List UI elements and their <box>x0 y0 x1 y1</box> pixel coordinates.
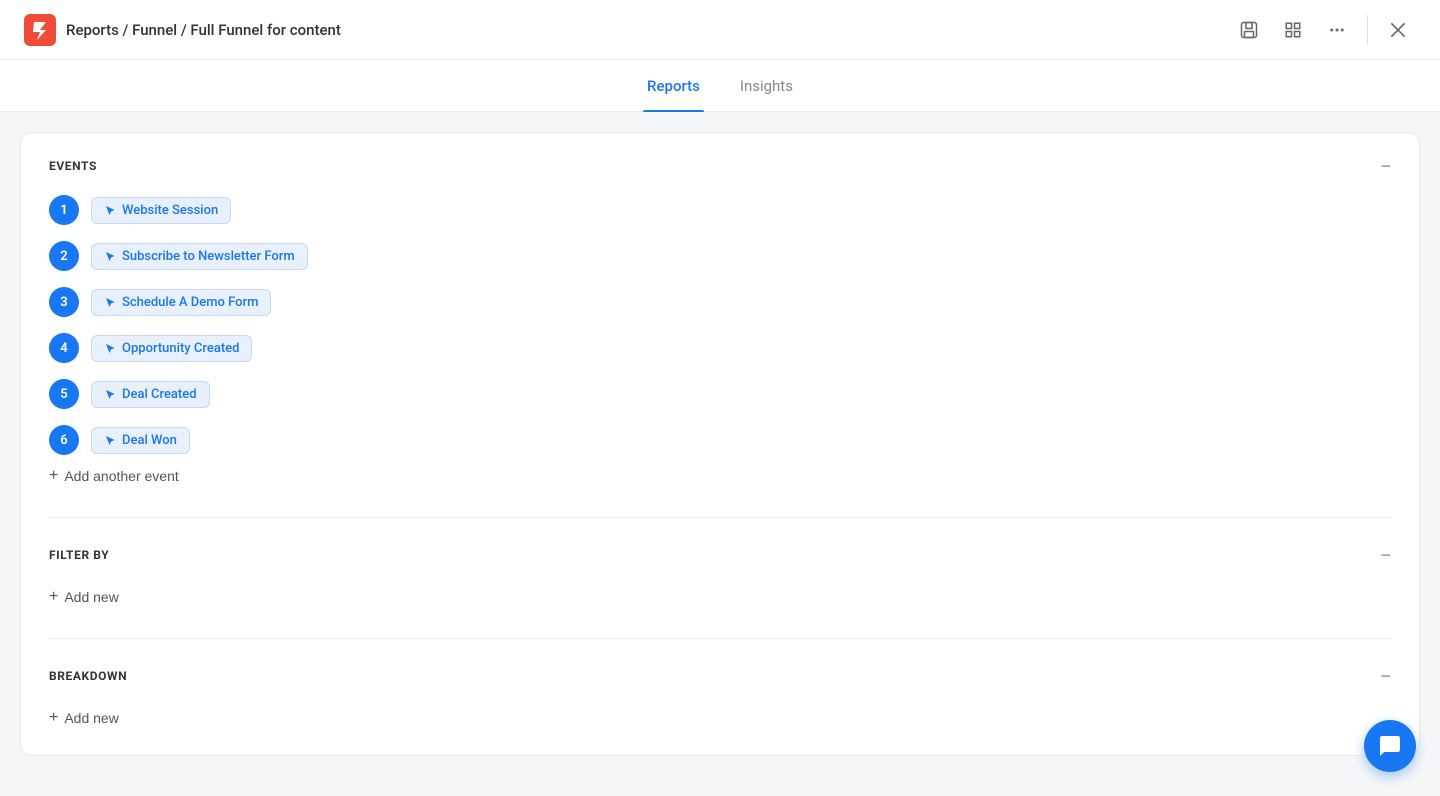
more-options-button[interactable] <box>1319 12 1355 48</box>
event-tag-5[interactable]: Deal Created <box>91 381 210 408</box>
event-label-3: Schedule A Demo Form <box>122 295 258 310</box>
filter-section: FILTER BY − + Add new <box>49 546 1391 610</box>
cursor-icon <box>104 342 116 354</box>
breakdown-section-header: BREAKDOWN − <box>49 667 1391 685</box>
event-list: 1 Website Session 2 <box>49 195 1391 455</box>
header-right <box>1231 12 1416 48</box>
filter-add-label: Add new <box>64 589 118 605</box>
event-label-5: Deal Created <box>122 387 197 402</box>
cursor-icon <box>104 204 116 216</box>
section-divider-2 <box>49 638 1391 639</box>
event-label-4: Opportunity Created <box>122 341 239 356</box>
event-number-3: 3 <box>49 287 79 317</box>
main-card: EVENTS − 1 Website Session <box>20 132 1420 756</box>
event-number-2: 2 <box>49 241 79 271</box>
breakdown-section: BREAKDOWN − + Add new <box>49 667 1391 731</box>
event-tag-3[interactable]: Schedule A Demo Form <box>91 289 271 316</box>
event-number-4: 4 <box>49 333 79 363</box>
breadcrumb: Reports / Funnel / Full Funnel for conte… <box>66 21 341 39</box>
filter-section-header: FILTER BY − <box>49 546 1391 564</box>
plus-icon-filter: + <box>49 588 58 606</box>
event-tag-1[interactable]: Website Session <box>91 197 231 224</box>
chat-button[interactable] <box>1364 720 1416 772</box>
event-number-5: 5 <box>49 379 79 409</box>
filter-section-title: FILTER BY <box>49 548 109 562</box>
filter-collapse-button[interactable]: − <box>1380 546 1391 564</box>
breakdown-section-title: BREAKDOWN <box>49 669 127 683</box>
list-item: 3 Schedule A Demo Form <box>49 287 1391 317</box>
header: Reports / Funnel / Full Funnel for conte… <box>0 0 1440 60</box>
tab-reports[interactable]: Reports <box>643 60 704 112</box>
save-icon <box>1240 21 1258 39</box>
plus-icon-breakdown: + <box>49 709 58 727</box>
breakdown-add-label: Add new <box>64 710 118 726</box>
list-item: 4 Opportunity Created <box>49 333 1391 363</box>
tabs-bar: Reports Insights <box>0 60 1440 112</box>
plus-icon: + <box>49 467 58 485</box>
add-event-label: Add another event <box>64 468 178 484</box>
list-item: 2 Subscribe to Newsletter Form <box>49 241 1391 271</box>
list-item: 5 Deal Created <box>49 379 1391 409</box>
event-tag-2[interactable]: Subscribe to Newsletter Form <box>91 243 308 270</box>
grid-icon-button[interactable] <box>1275 12 1311 48</box>
logo-icon <box>24 14 56 46</box>
chat-icon <box>1378 734 1402 758</box>
tab-insights[interactable]: Insights <box>736 60 797 112</box>
app-window: Reports / Funnel / Full Funnel for conte… <box>0 0 1440 796</box>
section-divider-1 <box>49 517 1391 518</box>
breakdown-add-button[interactable]: + Add new <box>49 705 119 731</box>
save-icon-button[interactable] <box>1231 12 1267 48</box>
more-icon <box>1328 21 1346 39</box>
close-button[interactable] <box>1380 12 1416 48</box>
event-label-1: Website Session <box>122 203 218 218</box>
event-label-2: Subscribe to Newsletter Form <box>122 249 295 264</box>
event-tag-4[interactable]: Opportunity Created <box>91 335 252 362</box>
event-number-6: 6 <box>49 425 79 455</box>
filter-add-button[interactable]: + Add new <box>49 584 119 610</box>
events-collapse-button[interactable]: − <box>1380 157 1391 175</box>
breakdown-collapse-button[interactable]: − <box>1380 667 1391 685</box>
event-label-6: Deal Won <box>122 433 177 448</box>
cursor-icon <box>104 388 116 400</box>
cursor-icon <box>104 434 116 446</box>
grid-icon <box>1284 21 1302 39</box>
header-left: Reports / Funnel / Full Funnel for conte… <box>24 14 341 46</box>
list-item: 6 Deal Won <box>49 425 1391 455</box>
close-icon <box>1388 20 1408 40</box>
cursor-icon <box>104 296 116 308</box>
events-section-header: EVENTS − <box>49 157 1391 175</box>
add-event-button[interactable]: + Add another event <box>49 463 179 489</box>
events-section-title: EVENTS <box>49 159 97 173</box>
events-section: EVENTS − 1 Website Session <box>49 157 1391 489</box>
event-number-1: 1 <box>49 195 79 225</box>
event-tag-6[interactable]: Deal Won <box>91 427 190 454</box>
main-content: EVENTS − 1 Website Session <box>0 112 1440 796</box>
header-divider <box>1367 15 1368 45</box>
list-item: 1 Website Session <box>49 195 1391 225</box>
cursor-icon <box>104 250 116 262</box>
